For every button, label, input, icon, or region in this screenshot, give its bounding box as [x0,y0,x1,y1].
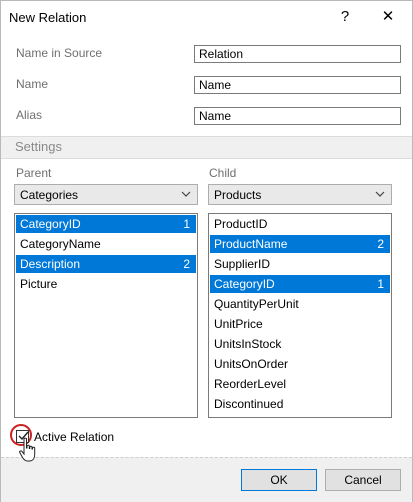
new-relation-dialog: New Relation ? ✕ Name in Source Relation… [0,0,413,502]
child-label: Child [209,166,237,180]
child-table-value: Products [214,188,262,202]
help-button[interactable]: ? [333,3,357,31]
name-label: Name [16,77,49,91]
child-column-item-label: QuantityPerUnit [214,297,299,311]
child-column-list-item[interactable]: ReorderLevel [210,375,390,393]
parent-column-item-label: Description [20,257,81,271]
child-column-item-order: 1 [377,277,384,291]
name-in-source-input[interactable]: Relation [194,45,401,63]
child-column-item-label: UnitsOnOrder [214,357,289,371]
parent-columns-list[interactable]: CategoryID 1 CategoryName Description 2 Pictu… [14,213,198,418]
parent-column-item-label: Picture [20,277,58,291]
parent-column-item-label: CategoryName [20,237,101,251]
hand-pointer-icon [19,437,36,462]
settings-title: Settings [15,139,62,154]
parent-column-list-item[interactable]: CategoryID 1 [16,215,196,233]
child-column-item-label: SupplierID [214,257,271,271]
alias-label: Alias [16,108,43,122]
settings-section-header: Settings [1,136,412,159]
child-column-list-item[interactable]: UnitPrice [210,315,390,333]
child-column-list-item[interactable]: UnitsInStock [210,335,390,353]
parent-column-item-label: CategoryID [20,217,81,231]
child-column-item-label: UnitPrice [214,317,263,331]
child-column-list-item[interactable]: SupplierID [210,255,390,273]
child-column-item-label: ProductID [214,217,268,231]
cancel-button[interactable]: Cancel [325,469,401,491]
parent-table-select[interactable]: Categories [14,184,198,205]
parent-column-item-order: 2 [183,257,190,271]
parent-column-list-item[interactable]: Description 2 [16,255,196,273]
child-column-item-label: Discontinued [214,397,284,411]
close-button[interactable]: ✕ [373,3,403,31]
window-title: New Relation [9,10,87,25]
parent-table-value: Categories [20,188,79,202]
child-column-list-item[interactable]: ProductID [210,215,390,233]
active-relation-label[interactable]: Active Relation [34,430,114,444]
child-column-item-order: 2 [377,237,384,251]
child-table-select[interactable]: Products [208,184,392,205]
child-column-item-label: UnitsInStock [214,337,282,351]
child-column-item-label: CategoryID [214,277,275,291]
parent-column-list-item[interactable]: CategoryName [16,235,196,253]
parent-column-item-order: 1 [183,217,190,231]
ok-button[interactable]: OK [241,469,317,491]
parent-column-list-item[interactable]: Picture [16,275,196,293]
name-in-source-label: Name in Source [16,46,103,60]
child-columns-list[interactable]: ProductID ProductName 2 SupplierID CategoryI… [208,213,392,418]
chevron-down-icon [181,186,191,205]
alias-input[interactable]: Name [194,107,401,125]
child-column-list-item[interactable]: ProductName 2 [210,235,390,253]
parent-label: Parent [16,166,52,180]
chevron-down-icon [375,186,385,205]
child-column-list-item[interactable]: UnitsOnOrder [210,355,390,373]
child-column-list-item[interactable]: Discontinued [210,395,390,413]
child-column-list-item[interactable]: QuantityPerUnit [210,295,390,313]
child-column-list-item[interactable]: CategoryID 1 [210,275,390,293]
child-column-item-label: ReorderLevel [214,377,287,391]
title-bar: New Relation ? ✕ [1,1,412,33]
child-column-item-label: ProductName [214,237,288,251]
name-input[interactable]: Name [194,76,401,94]
